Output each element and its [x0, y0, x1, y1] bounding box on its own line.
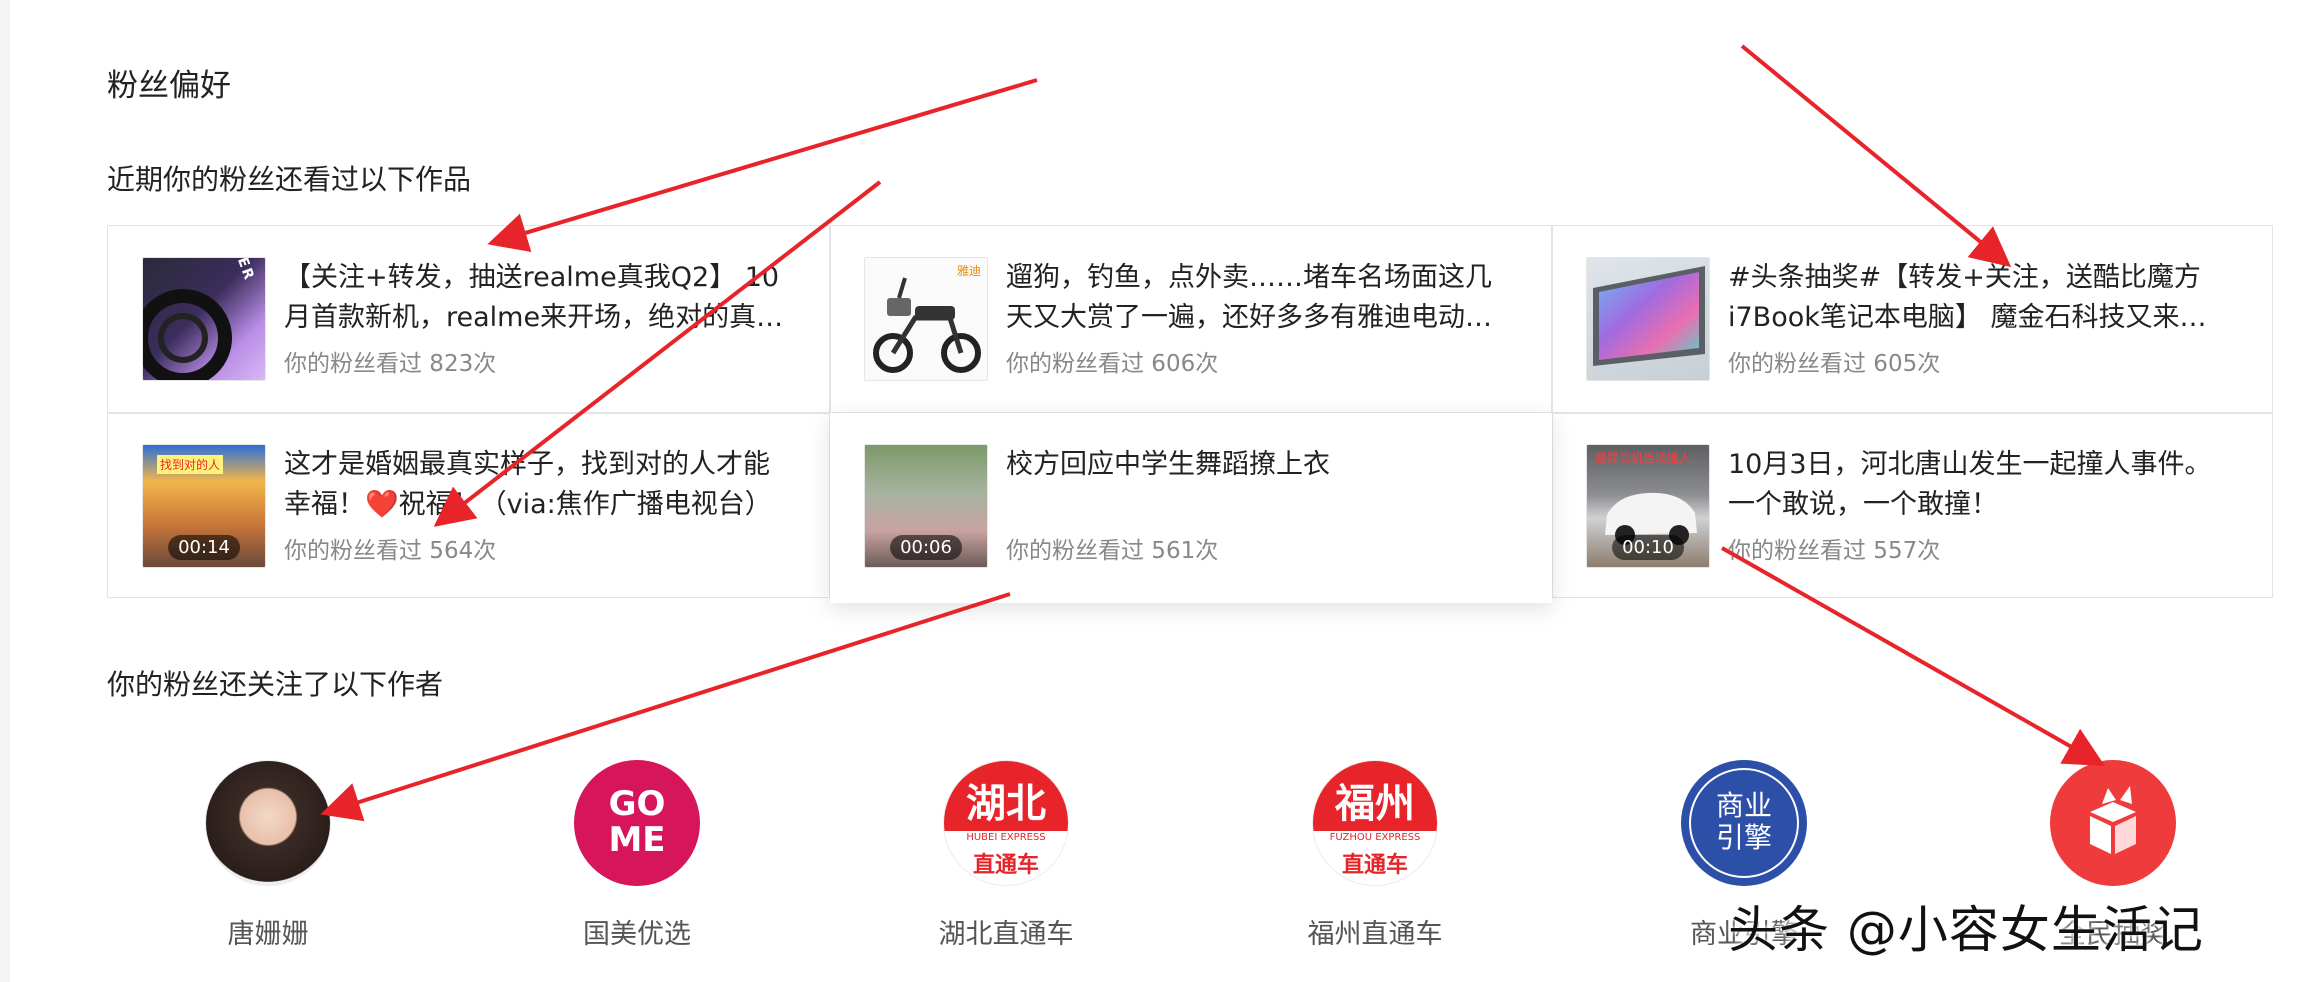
author-item[interactable]: 福州 FUZHOU EXPRESS 直通车 福州直通车 — [1275, 760, 1475, 951]
avatar-logo-text: 商业引擎 — [1715, 789, 1772, 854]
watermark: 头条 @小容女生活记 — [1728, 901, 2204, 959]
work-view-count: 你的粉丝看过 606次 — [1006, 351, 1219, 377]
work-thumbnail: 暴躁司机当场撞人 00:10 — [1586, 444, 1710, 568]
avatar-logo-subtext: 直通车 — [1341, 853, 1408, 878]
avatar-logo-text: 福州 — [1335, 781, 1415, 827]
authors-heading: 你的粉丝还关注了以下作者 — [107, 668, 444, 701]
work-thumbnail: JOKER — [142, 257, 266, 381]
work-thumbnail: 雅迪 — [864, 257, 988, 381]
work-view-count: 你的粉丝看过 564次 — [284, 538, 497, 564]
work-title[interactable]: 【关注+转发，抽送realme真我Q2】 10月首款新机，realme来开场，绝… — [284, 258, 784, 338]
avatar-logo-text: 湖北 — [966, 781, 1046, 827]
gift-box-icon — [2090, 786, 2136, 854]
avatar[interactable]: 湖北 HUBEI EXPRESS 直通车 — [943, 760, 1069, 886]
avatar[interactable]: GO ME — [574, 760, 700, 886]
work-card[interactable]: #头条抽奖#【转发+关注，送酷比魔方i7Book笔记本电脑】 魔金石科技又来… … — [1552, 226, 2274, 412]
left-edge-strip — [0, 0, 10, 982]
thumbnail-logo-text: 雅迪 — [956, 264, 981, 278]
author-name[interactable]: 湖北直通车 — [906, 912, 1106, 951]
author-item[interactable]: 湖北 HUBEI EXPRESS 直通车 湖北直通车 — [906, 760, 1106, 951]
avatar-logo-subtext: HUBEI EXPRESS — [966, 832, 1046, 843]
author-item[interactable]: GO ME 国美优选 — [537, 760, 737, 951]
avatar-logo-text: GO ME — [608, 784, 666, 860]
author-name[interactable]: 唐姗姗 — [168, 912, 368, 951]
work-title[interactable]: 遛狗，钓鱼，点外卖……堵车名场面这几天又大赏了一遍，还好多多有雅迪电动… — [1006, 258, 1506, 338]
work-thumbnail: 00:06 — [864, 444, 988, 568]
works-grid: JOKER 【关注+转发，抽送realme真我Q2】 10月首款新机，realm… — [107, 225, 2274, 603]
work-title[interactable]: #头条抽奖#【转发+关注，送酷比魔方i7Book笔记本电脑】 魔金石科技又来… — [1728, 258, 2228, 338]
work-card[interactable]: JOKER 【关注+转发，抽送realme真我Q2】 10月首款新机，realm… — [108, 226, 830, 412]
avatar[interactable] — [2050, 760, 2176, 886]
work-view-count: 你的粉丝看过 557次 — [1728, 538, 1941, 564]
work-card-hovered[interactable]: 00:06 校方回应中学生舞蹈撩上衣 你的粉丝看过 561次 — [830, 413, 1552, 603]
thumbnail-text: 暴躁司机当场撞人 — [1595, 451, 1692, 465]
work-card[interactable]: 雅迪 遛狗，钓鱼，点外卖……堵车名场面这几天又大赏了一遍，还好多多有雅迪电动… … — [830, 226, 1552, 412]
avatar-logo-subtext: FUZHOU EXPRESS — [1329, 832, 1421, 843]
avatar[interactable] — [205, 760, 331, 886]
work-view-count: 你的粉丝看过 561次 — [1006, 538, 1219, 564]
author-name[interactable]: 国美优选 — [537, 912, 737, 951]
work-title[interactable]: 校方回应中学生舞蹈撩上衣 — [1006, 445, 1506, 485]
work-card[interactable]: 暴躁司机当场撞人 00:10 10月3日，河北唐山发生一起撞人事件。一个敢说，一… — [1552, 413, 2274, 599]
video-duration: 00:10 — [1612, 535, 1684, 560]
work-view-count: 你的粉丝看过 605次 — [1728, 351, 1941, 377]
author-name[interactable]: 福州直通车 — [1275, 912, 1475, 951]
author-item[interactable]: 唐姗姗 — [168, 760, 368, 951]
avatar-logo-subtext: 直通车 — [972, 853, 1039, 878]
section-title: 粉丝偏好 — [107, 68, 231, 104]
video-duration: 00:06 — [890, 535, 962, 560]
avatar[interactable]: 商业引擎 — [1681, 760, 1807, 886]
work-thumbnail — [1586, 257, 1710, 381]
work-thumbnail: 找到对的人 00:14 — [142, 444, 266, 568]
video-duration: 00:14 — [168, 535, 240, 560]
work-title[interactable]: 这才是婚姻最真实样子，找到对的人才能幸福！❤️祝福！（via:焦作广播电视台） — [284, 445, 784, 525]
work-title[interactable]: 10月3日，河北唐山发生一起撞人事件。一个敢说，一个敢撞！ — [1728, 445, 2228, 525]
work-card[interactable]: 找到对的人 00:14 这才是婚姻最真实样子，找到对的人才能幸福！❤️祝福！（v… — [108, 413, 830, 599]
avatar[interactable]: 福州 FUZHOU EXPRESS 直通车 — [1312, 760, 1438, 886]
work-view-count: 你的粉丝看过 823次 — [284, 351, 497, 377]
annotation-arrow — [487, 78, 1038, 252]
works-heading: 近期你的粉丝还看过以下作品 — [107, 163, 472, 196]
thumbnail-text: 找到对的人 — [157, 455, 224, 474]
